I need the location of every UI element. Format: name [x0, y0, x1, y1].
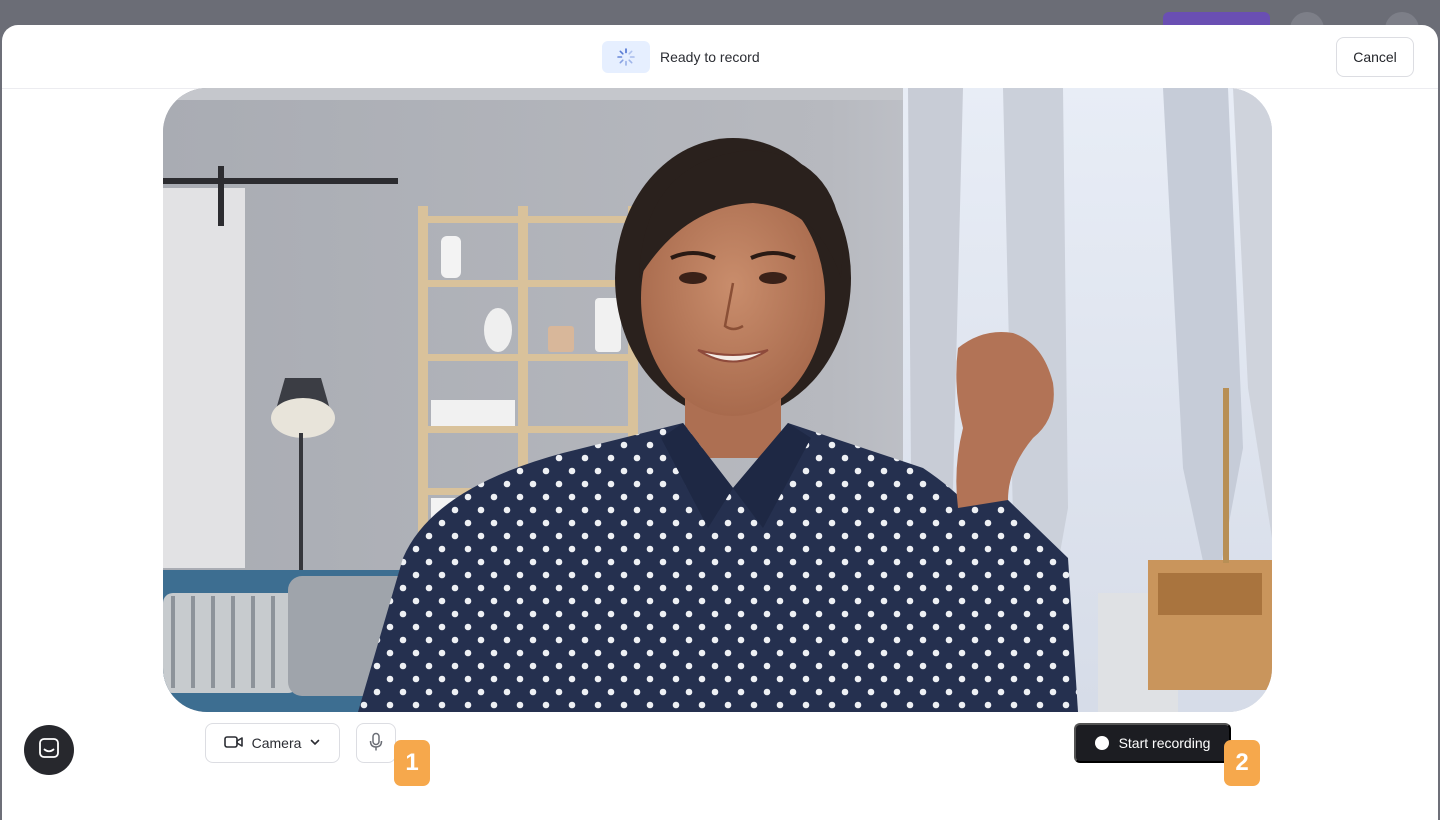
- annotation-marker-1: 1: [394, 740, 430, 786]
- camera-select-button[interactable]: Camera: [205, 723, 340, 763]
- camera-label: Camera: [251, 735, 302, 751]
- microphone-icon: [368, 732, 384, 755]
- microphone-toggle-button[interactable]: [356, 723, 396, 763]
- spinner-icon: [602, 41, 650, 73]
- video-camera-icon: [223, 734, 244, 753]
- start-recording-button[interactable]: Start recording: [1074, 723, 1231, 763]
- modal-header: Ready to record Cancel: [2, 25, 1438, 89]
- chat-icon: [38, 737, 60, 764]
- cancel-button[interactable]: Cancel: [1336, 37, 1414, 77]
- camera-feed-image: [163, 88, 1272, 712]
- chat-support-button[interactable]: [24, 725, 74, 775]
- chevron-down-icon: [309, 735, 321, 751]
- camera-preview: [163, 88, 1272, 712]
- status-text: Ready to record: [660, 49, 760, 65]
- annotation-marker-2: 2: [1224, 740, 1260, 786]
- start-recording-label: Start recording: [1118, 735, 1211, 751]
- recording-status: Ready to record: [602, 41, 760, 73]
- record-dot-icon: [1094, 736, 1109, 750]
